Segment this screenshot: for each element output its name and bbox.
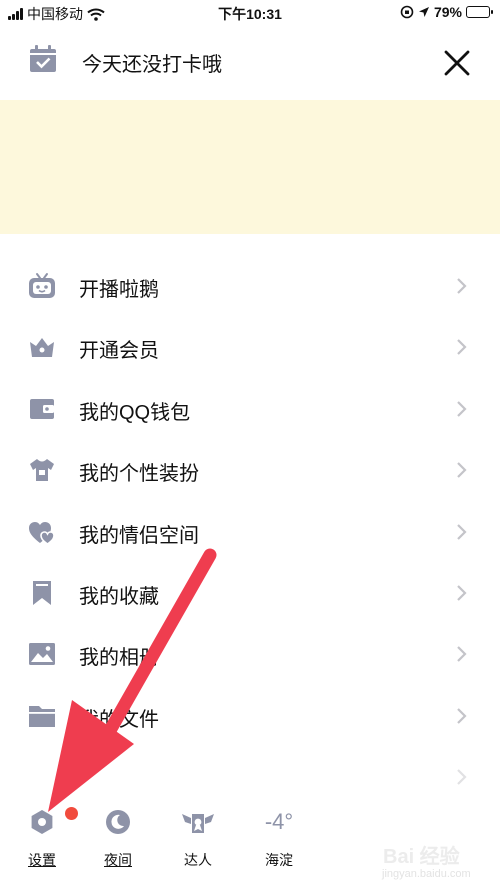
weather-temp: -4° [264,809,294,834]
menu-item-label: 我的收藏 [79,585,159,608]
notification-dot [65,807,78,820]
tv-robot-icon [29,273,55,298]
tshirt-icon [30,459,54,482]
gear-icon [31,810,53,834]
chevron-right-icon [457,401,467,417]
night-label: 夜间 [104,852,132,868]
crown-icon [30,338,54,358]
chevron-right-icon [457,646,467,663]
expert-tab[interactable]: 达人 [168,804,228,870]
folder-icon [29,705,55,727]
close-icon[interactable] [440,46,474,80]
menu-item-label: 开播啦鹅 [79,279,159,301]
bookmark-icon [33,580,51,605]
menu-item-label: 我的相册 [79,647,159,670]
menu-item-label: 我的情侣空间 [79,524,199,547]
chevron-right-icon [457,462,467,478]
location-icon [418,7,429,17]
weather-location: 海淀 [265,852,293,868]
winged-badge-icon [182,814,214,833]
lock-rotation-icon [400,5,414,19]
menu-item-label: 我的个性装扮 [79,463,199,486]
calendar-check-icon [30,45,56,72]
watermark-logo: Bai 经验 [383,846,460,868]
drawer-menu: 开播啦鹅 开通会员 我的QQ钱包 我的个性装扮 我的情侣空间 我的收藏 我的相册… [0,255,500,808]
chevron-right-icon [457,769,467,785]
chevron-right-icon [457,339,467,356]
status-bar: 中国移动 下午10:31 79% [0,0,500,26]
menu-item-wallet[interactable]: 我的QQ钱包 [0,378,500,439]
menu-item-album[interactable]: 我的相册 [0,623,500,684]
chevron-right-icon [457,523,467,540]
menu-item-label: 我的文件 [79,708,159,731]
night-mode-tab[interactable]: 夜间 [88,804,148,870]
chevron-right-icon [457,278,467,294]
expert-label: 达人 [184,852,212,868]
promo-banner[interactable] [0,100,500,234]
menu-item-files[interactable]: 我的文件 [0,685,500,746]
settings-label: 设置 [28,852,56,868]
status-right: 79% [400,4,493,20]
battery-percent: 79% [433,4,462,20]
checkin-header: 今天还没打卡哦 [0,26,500,100]
checkin-title: 今天还没打卡哦 [82,54,222,76]
settings-tab[interactable]: 设置 [12,804,78,870]
weather-tab[interactable]: -4° 海淀 [249,804,309,870]
menu-item-favorites[interactable]: 我的收藏 [0,562,500,623]
menu-item-couple[interactable]: 我的情侣空间 [0,501,500,562]
menu-item-live[interactable]: 开播啦鹅 [0,255,500,316]
menu-item-vip[interactable]: 开通会员 [0,316,500,377]
chevron-right-icon [457,585,467,601]
photo-icon [29,643,55,666]
wallet-icon [30,398,54,419]
menu-item-label: 开通会员 [79,340,159,363]
menu-item-label: 我的QQ钱包 [79,401,191,424]
menu-item-theme[interactable]: 我的个性装扮 [0,439,500,500]
moon-icon [106,810,130,834]
chevron-right-icon [457,707,467,724]
watermark-url: jingyan.baidu.com [382,868,471,880]
hearts-icon [29,521,55,545]
battery-icon [466,6,493,18]
